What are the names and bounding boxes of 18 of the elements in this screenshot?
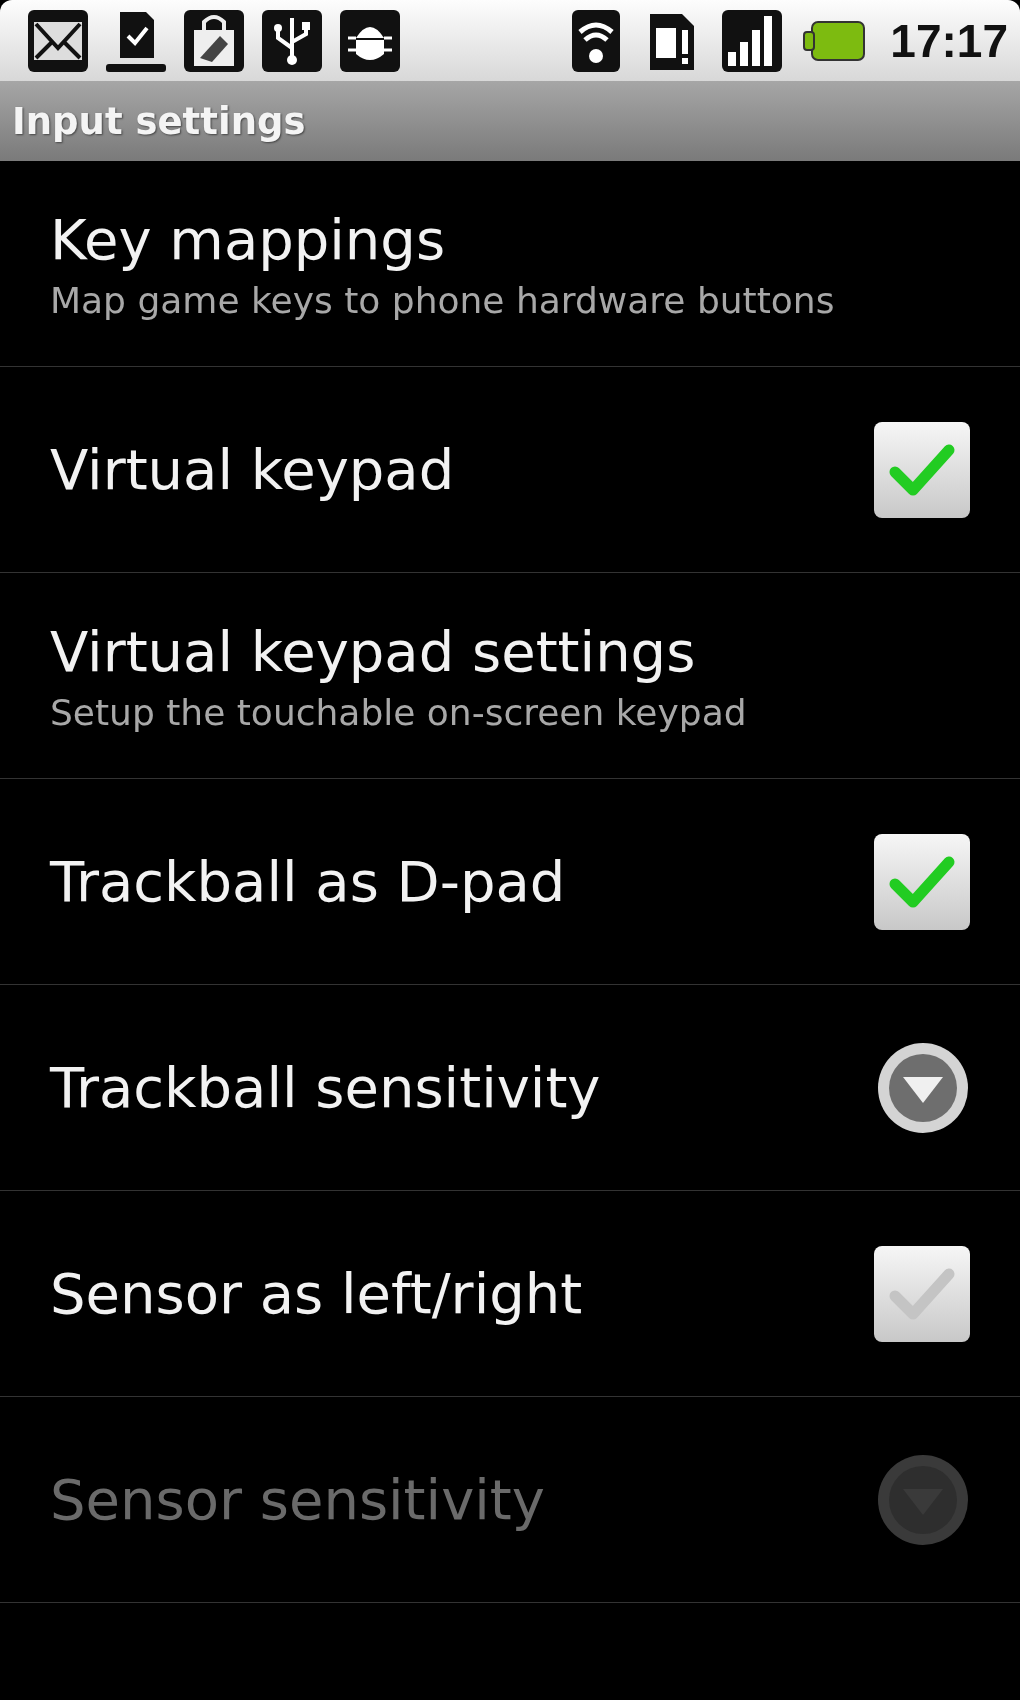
signal-icon[interactable] [720, 7, 785, 74]
bug-icon[interactable] [338, 7, 402, 74]
preference-summary: Map game keys to phone hardware buttons [50, 279, 836, 321]
clock-time: 17:17 [890, 13, 1008, 68]
preference-title[interactable]: Trackball sensitivity [50, 1055, 856, 1120]
usb-icon[interactable] [260, 7, 324, 74]
preference-title[interactable]: Virtual keypad settings [50, 618, 970, 684]
preference-title[interactable]: Virtual keypad [50, 437, 854, 502]
preference-title[interactable]: Key mappings [50, 206, 970, 272]
checkbox[interactable] [874, 1245, 970, 1342]
checkbox[interactable] [874, 833, 970, 930]
shopping-bag-icon[interactable] [182, 7, 246, 74]
preference-title[interactable]: Trackball as D-pad [50, 849, 854, 914]
screen-title: Input settings [12, 99, 306, 143]
preference-title[interactable]: Sensor as left/right [50, 1261, 854, 1326]
checkbox[interactable] [874, 421, 970, 518]
mail-icon[interactable] [26, 7, 90, 74]
preference-summary: Setup the touchable on-screen keypad [50, 691, 748, 733]
